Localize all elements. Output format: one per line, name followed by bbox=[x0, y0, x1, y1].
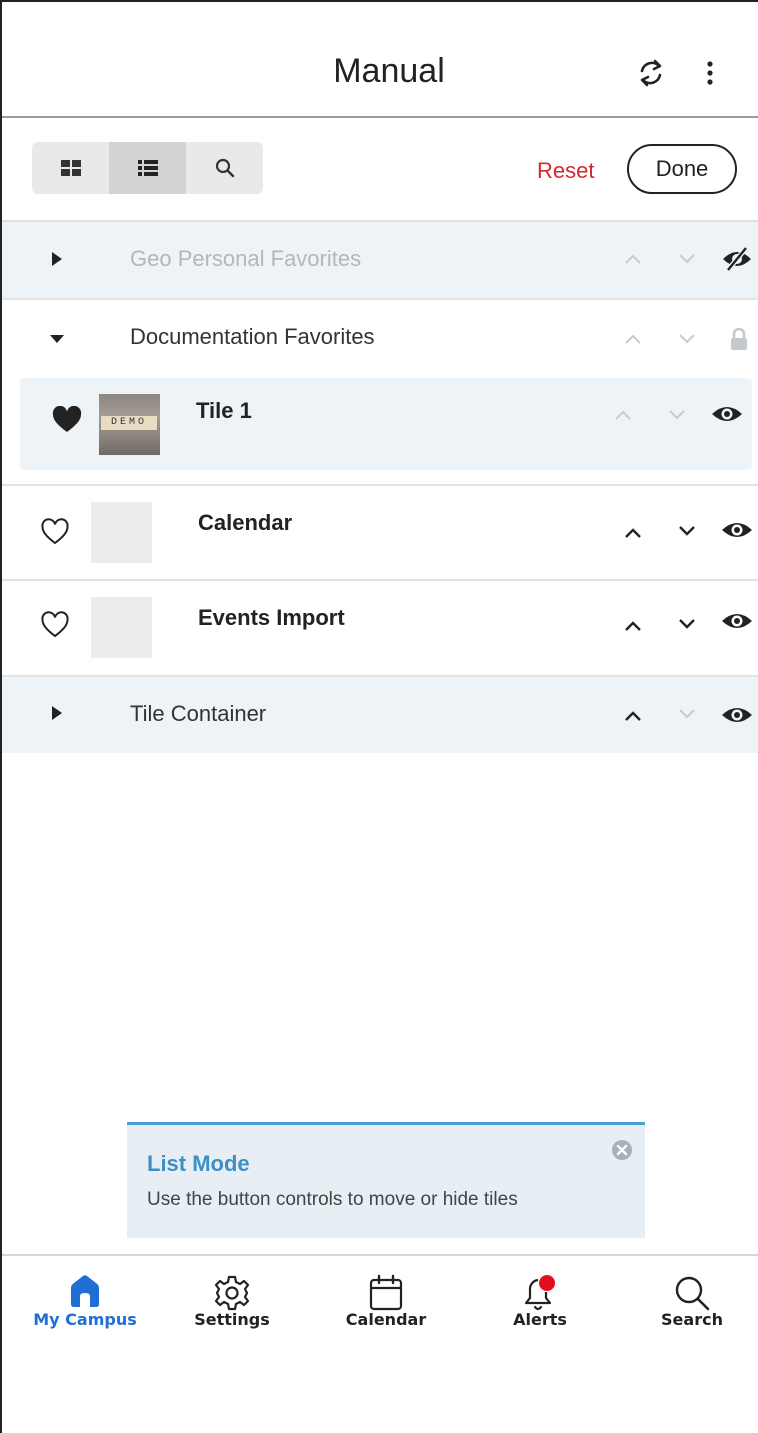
move-up-icon[interactable] bbox=[612, 408, 634, 422]
move-down-icon[interactable] bbox=[676, 617, 698, 631]
nav-item-search[interactable]: Search bbox=[627, 1266, 757, 1356]
group-label: Documentation Favorites bbox=[130, 324, 375, 349]
nav-item-alerts[interactable]: Alerts bbox=[475, 1266, 605, 1356]
nav-label: Alerts bbox=[513, 1310, 567, 1329]
toast-message: Use the button controls to move or hide … bbox=[147, 1189, 518, 1210]
tile-label: Calendar bbox=[198, 510, 293, 535]
heart-filled-icon[interactable] bbox=[52, 406, 82, 434]
bell-icon bbox=[524, 1275, 555, 1311]
nav-item-my-campus[interactable]: My Campus bbox=[20, 1266, 150, 1356]
move-up-icon[interactable] bbox=[622, 619, 644, 633]
search-icon bbox=[675, 1276, 710, 1311]
move-down-icon[interactable] bbox=[676, 524, 698, 538]
caret-right-icon[interactable] bbox=[50, 250, 64, 268]
toast-title: List Mode bbox=[147, 1151, 250, 1176]
alert-badge bbox=[539, 1275, 555, 1291]
group-row-tile-container[interactable]: Tile Container bbox=[2, 677, 758, 753]
close-icon[interactable] bbox=[611, 1139, 633, 1161]
tile-row-events-import[interactable]: Events Import bbox=[2, 581, 758, 675]
list-mode-toast: List Mode Use the button controls to mov… bbox=[127, 1122, 645, 1238]
tile-row-tile-1[interactable]: DEMO Tile 1 bbox=[20, 378, 752, 470]
group-row-geo-personal-favorites[interactable]: Geo Personal Favorites bbox=[2, 222, 758, 298]
tile-row-calendar[interactable]: Calendar bbox=[2, 486, 758, 578]
grid-view-button[interactable] bbox=[32, 142, 109, 194]
eye-icon[interactable] bbox=[710, 402, 744, 426]
nav-label: Search bbox=[661, 1310, 723, 1329]
bottom-nav: My Campus Settings Calendar Alerts Searc… bbox=[2, 1254, 758, 1358]
nav-item-calendar[interactable]: Calendar bbox=[321, 1266, 451, 1356]
eye-icon[interactable] bbox=[720, 609, 754, 633]
tile-label: Events Import bbox=[198, 605, 345, 630]
calendar-icon bbox=[369, 1274, 403, 1311]
move-down-icon[interactable] bbox=[676, 332, 698, 346]
thumbnail-label: DEMO bbox=[101, 416, 157, 430]
group-row-documentation-favorites[interactable]: Documentation Favorites bbox=[2, 300, 758, 376]
move-up-icon[interactable] bbox=[622, 526, 644, 540]
move-up-icon[interactable] bbox=[622, 709, 644, 723]
move-down-icon[interactable] bbox=[666, 408, 688, 422]
caret-right-icon[interactable] bbox=[50, 704, 64, 722]
gear-icon bbox=[214, 1275, 250, 1311]
lock-icon bbox=[731, 327, 747, 350]
group-label: Tile Container bbox=[130, 701, 267, 726]
move-up-icon[interactable] bbox=[622, 252, 644, 266]
done-button[interactable]: Done bbox=[627, 144, 737, 194]
tile-thumbnail bbox=[91, 597, 152, 658]
heart-outline-icon[interactable] bbox=[40, 611, 70, 639]
home-icon bbox=[71, 1275, 99, 1307]
nav-label: Calendar bbox=[345, 1310, 427, 1329]
move-down-icon[interactable] bbox=[676, 707, 698, 721]
app-header: Manual bbox=[2, 2, 758, 118]
group-label: Geo Personal Favorites bbox=[130, 246, 362, 271]
edit-toolbar: Reset Done bbox=[2, 118, 758, 222]
search-view-button[interactable] bbox=[186, 142, 263, 194]
move-down-icon[interactable] bbox=[676, 252, 698, 266]
refresh-icon[interactable] bbox=[634, 56, 668, 90]
nav-item-settings[interactable]: Settings bbox=[167, 1266, 297, 1356]
eye-off-icon[interactable] bbox=[720, 246, 754, 272]
view-mode-switch bbox=[32, 142, 263, 194]
eye-icon[interactable] bbox=[720, 518, 754, 542]
nav-label: My Campus bbox=[33, 1310, 137, 1329]
tile-thumbnail: DEMO bbox=[99, 394, 160, 455]
list-view-button[interactable] bbox=[109, 142, 186, 194]
search-icon bbox=[215, 158, 234, 178]
nav-label: Settings bbox=[194, 1310, 270, 1329]
list-icon bbox=[137, 160, 158, 176]
more-vertical-icon[interactable] bbox=[698, 56, 722, 90]
eye-icon[interactable] bbox=[720, 703, 754, 727]
tile-label: Tile 1 bbox=[196, 398, 252, 423]
grid-icon bbox=[60, 160, 81, 176]
move-up-icon[interactable] bbox=[622, 332, 644, 346]
reset-button[interactable]: Reset bbox=[537, 158, 594, 184]
caret-down-icon[interactable] bbox=[48, 332, 66, 346]
heart-outline-icon[interactable] bbox=[40, 518, 70, 546]
tile-thumbnail bbox=[91, 502, 152, 563]
